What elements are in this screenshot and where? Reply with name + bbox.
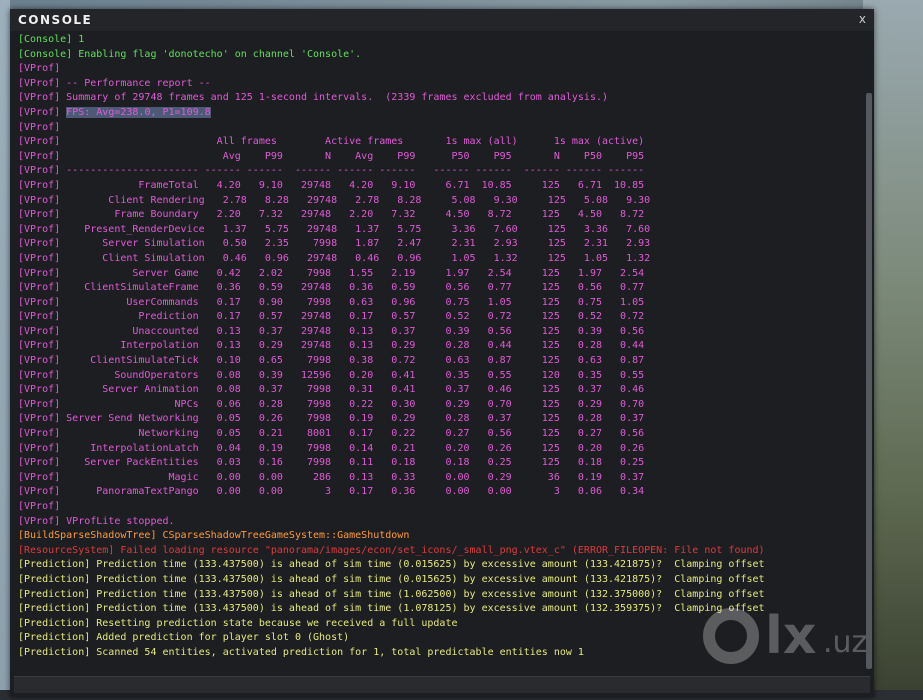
console-line: [VProf] Summary of 29748 frames and 125 … (18, 91, 860, 106)
watermark-logo: lx .uz (703, 598, 903, 688)
console-line: [ResourceSystem] Failed loading resource… (18, 544, 860, 559)
console-line: [BuildSparseShadowTree] CSparseShadowTre… (18, 529, 860, 544)
console-line: [VProf] UserCommands 0.17 0.90 7998 0.63… (18, 296, 860, 311)
console-line-text: [VProf] (18, 121, 61, 133)
console-line-text: [VProf] Server Simulation 0.50 2.35 7998… (18, 238, 651, 250)
console-line-text: [BuildSparseShadowTree] CSparseShadowTre… (18, 530, 410, 542)
console-line-text: [Prediction] Added prediction for player… (18, 632, 350, 644)
console-line: [VProf] Avg P99 N Avg P99 P50 P95 N P50 … (18, 150, 860, 165)
console-line: [VProf] ClientSimulateTick 0.10 0.65 799… (18, 354, 860, 369)
console-line-text: [Prediction] Scanned 54 entities, activa… (18, 646, 584, 658)
console-line-text: [VProf] Frame Boundary 2.20 7.32 29748 2… (18, 209, 645, 221)
console-line: [Console] 1 (18, 33, 860, 48)
console-line-text: [Prediction] Prediction time (133.437500… (18, 573, 765, 585)
console-line: [VProf] VProfLite stopped. (18, 515, 860, 530)
console-line-text: [VProf] Networking 0.05 0.21 8001 0.17 0… (18, 428, 645, 440)
console-titlebar[interactable]: CONSOLE x (10, 9, 874, 31)
console-line-text: [VProf] Avg P99 N Avg P99 P50 P95 N P50 … (18, 150, 645, 162)
console-window: CONSOLE x [Console] 1 [Console] Enabling … (10, 9, 874, 698)
console-line-text: [VProf] UserCommands 0.17 0.90 7998 0.63… (18, 296, 645, 308)
console-line: [VProf] Server Simulation 0.50 2.35 7998… (18, 237, 860, 252)
console-line-text: [VProf] Interpolation 0.13 0.29 29748 0.… (18, 340, 645, 352)
console-line: [VProf] (18, 121, 860, 136)
console-line-text: [VProf] Server Animation 0.08 0.37 7998 … (18, 384, 645, 396)
console-line-text: [VProf] Server Send Networking 0.05 0.26… (18, 413, 645, 425)
console-line: [VProf] -- Performance report -- (18, 77, 860, 92)
console-line-text: [Console] Enabling flag 'donotecho' on c… (18, 48, 362, 60)
watermark-ring (703, 608, 759, 664)
console-line-text: [Console] 1 (18, 34, 85, 45)
console-line-text: [VProf] Magic 0.00 0.00 286 0.13 0.33 0.… (18, 471, 645, 483)
console-line: [VProf] PanoramaTextPango 0.00 0.00 3 0.… (18, 485, 860, 500)
console-line: [VProf] ClientSimulateFrame 0.36 0.59 29… (18, 281, 860, 296)
console-line-text: [Prediction] Resetting prediction state … (18, 617, 458, 629)
console-line: [VProf] FrameTotal 4.20 9.10 29748 4.20 … (18, 179, 860, 194)
console-line-text: [VProf] InterpolationLatch 0.04 0.19 799… (18, 442, 645, 454)
console-line: [VProf] Interpolation 0.13 0.29 29748 0.… (18, 339, 860, 354)
console-line: [VProf] All frames Active frames 1s max … (18, 135, 860, 150)
console-line-text: [Prediction] Prediction time (133.437500… (18, 603, 765, 615)
console-line: [VProf] Unaccounted 0.13 0.37 29748 0.13… (18, 325, 860, 340)
console-line-text: [VProf] Prediction 0.17 0.57 29748 0.17 … (18, 311, 645, 323)
console-line: [VProf] Server PackEntities 0.03 0.16 79… (18, 456, 860, 471)
console-line-text: [Prediction] Prediction time (133.437500… (18, 588, 765, 600)
console-line: [Prediction] Prediction time (133.437500… (18, 573, 860, 588)
console-line-text: [VProf] (18, 501, 61, 512)
selected-text: FPS: Avg=238.0, P1=109.8 (66, 106, 211, 118)
console-line-text: [VProf] PanoramaTextPango 0.00 0.00 3 0.… (18, 486, 645, 498)
console-line: [VProf] (18, 500, 860, 515)
console-line: [VProf] InterpolationLatch 0.04 0.19 799… (18, 442, 860, 457)
console-line-text: [VProf] Server PackEntities 0.03 0.16 79… (18, 457, 645, 469)
console-line: [VProf] Present_RenderDevice 1.37 5.75 2… (18, 223, 860, 238)
console-line-text: [VProf] (18, 106, 67, 118)
console-line-text: [VProf] FrameTotal 4.20 9.10 29748 4.20 … (18, 179, 645, 191)
console-line: [VProf] Server Game 0.42 2.02 7998 1.55 … (18, 267, 860, 282)
console-line: [VProf] Server Send Networking 0.05 0.26… (18, 412, 860, 427)
console-line-text: [VProf] SoundOperators 0.08 0.39 12596 0… (18, 369, 645, 381)
scrollbar-thumb[interactable] (866, 93, 872, 669)
console-line-text: [VProf] Server Game 0.42 2.02 7998 1.55 … (18, 267, 645, 279)
console-line-text: [ResourceSystem] Failed loading resource… (18, 544, 765, 556)
console-line-text: [VProf] ---------------------- ------ --… (18, 165, 645, 177)
console-line-text: [VProf] ClientSimulateFrame 0.36 0.59 29… (18, 282, 645, 294)
console-line-text: [VProf] NPCs 0.06 0.28 7998 0.22 0.30 0.… (18, 398, 645, 410)
console-output[interactable]: [Console] 1 [Console] Enabling flag 'dono… (18, 33, 860, 673)
console-line: [Prediction] Prediction time (133.437500… (18, 558, 860, 573)
console-line-text: [VProf] Present_RenderDevice 1.37 5.75 2… (18, 223, 651, 235)
console-line: [VProf] SoundOperators 0.08 0.39 12596 0… (18, 369, 860, 384)
watermark-text: lx (765, 606, 817, 666)
watermark-suffix: .uz (823, 625, 868, 660)
console-line: [VProf] FPS: Avg=238.0, P1=109.8 (18, 106, 860, 121)
close-icon[interactable]: x (859, 12, 866, 26)
console-line-text: [Prediction] Prediction time (133.437500… (18, 559, 765, 571)
console-line-text: [VProf] Client Simulation 0.46 0.96 2974… (18, 252, 651, 264)
console-line-text: [VProf] -- Performance report -- (18, 77, 211, 89)
console-line-text: [VProf] Unaccounted 0.13 0.37 29748 0.13… (18, 325, 645, 337)
console-line: [VProf] Networking 0.05 0.21 8001 0.17 0… (18, 427, 860, 442)
console-line: [VProf] Magic 0.00 0.00 286 0.13 0.33 0.… (18, 471, 860, 486)
console-line-text: [VProf] All frames Active frames 1s max … (18, 136, 645, 148)
console-line-text: [VProf] Summary of 29748 frames and 125 … (18, 92, 609, 104)
console-line-text: [VProf] Client Rendering 2.78 8.28 29748… (18, 194, 651, 206)
console-line-text: [VProf] ClientSimulateTick 0.10 0.65 799… (18, 355, 645, 367)
console-line: [VProf] Server Animation 0.08 0.37 7998 … (18, 383, 860, 398)
console-line: [VProf] Prediction 0.17 0.57 29748 0.17 … (18, 310, 860, 325)
console-title: CONSOLE (18, 13, 93, 27)
console-line: [VProf] ---------------------- ------ --… (18, 164, 860, 179)
console-line: [VProf] Client Simulation 0.46 0.96 2974… (18, 252, 860, 267)
console-line: [VProf] Client Rendering 2.78 8.28 29748… (18, 194, 860, 209)
console-line: [VProf] Frame Boundary 2.20 7.32 29748 2… (18, 208, 860, 223)
console-line: [VProf] NPCs 0.06 0.28 7998 0.22 0.30 0.… (18, 398, 860, 413)
game-background-left-strip (0, 0, 10, 700)
console-scrollbar[interactable] (864, 33, 872, 673)
console-line: [VProf] (18, 62, 860, 77)
console-line-text: [VProf] VProfLite stopped. (18, 515, 175, 527)
console-line: [Console] Enabling flag 'donotecho' on c… (18, 48, 860, 63)
console-line-text: [VProf] (18, 63, 61, 75)
